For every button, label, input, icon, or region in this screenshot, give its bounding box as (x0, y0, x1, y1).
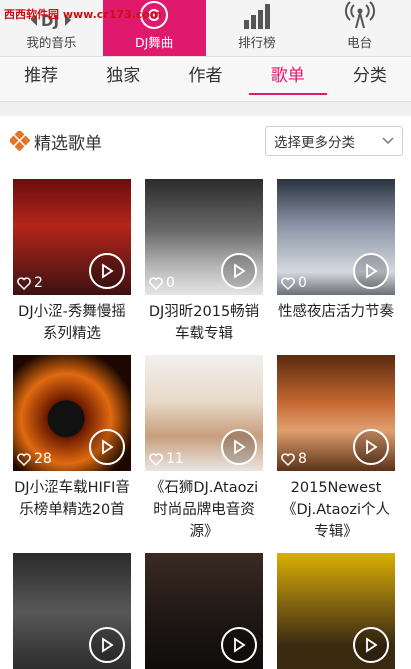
section-header: 精选歌单 选择更多分类 (0, 116, 411, 166)
play-button[interactable] (89, 253, 125, 289)
playlist-cover[interactable] (277, 553, 395, 669)
playlist-cover[interactable]: 2 (13, 179, 131, 295)
play-button[interactable] (89, 429, 125, 465)
play-button[interactable] (221, 253, 257, 289)
nav-item-radio[interactable]: 电台 (308, 0, 411, 56)
chevron-down-icon (382, 137, 394, 145)
playlist-card[interactable]: 0 DJ羽昕2015畅销车载专辑 (145, 179, 263, 355)
play-icon (102, 637, 114, 653)
tab-bar: 推荐 独家 作者 歌单 分类 (0, 57, 411, 102)
play-icon (366, 263, 378, 279)
radio-tower-icon (344, 1, 375, 29)
like-count-value: 0 (298, 275, 307, 291)
bar-chart-icon (243, 4, 270, 29)
playlist-title[interactable]: DJ羽昕2015畅销车载专辑 (145, 295, 263, 355)
like-count-value: 2 (34, 275, 43, 291)
play-icon (366, 637, 378, 653)
play-button[interactable] (221, 429, 257, 465)
diamond-icon (10, 131, 30, 151)
heart-icon (281, 276, 295, 290)
nav-item-label: 我的音乐 (26, 35, 77, 50)
like-count: 8 (281, 451, 307, 467)
tab-category[interactable]: 分类 (329, 57, 411, 101)
divider (0, 102, 411, 116)
heart-icon (149, 276, 163, 290)
like-count: 11 (149, 451, 184, 467)
playlist-cover[interactable]: 0 (145, 179, 263, 295)
playlist-card[interactable] (13, 553, 131, 669)
like-count-value: 28 (34, 451, 52, 467)
play-icon (234, 439, 246, 455)
like-count-value: 8 (298, 451, 307, 467)
tab-label: 推荐 (24, 66, 59, 86)
like-count-value: 11 (166, 451, 184, 467)
play-icon (366, 439, 378, 455)
section-title: 精选歌单 (10, 129, 102, 154)
nav-item-label: DJ舞曲 (134, 35, 174, 50)
playlist-grid: 2 DJ小涩-秀舞慢摇系列精选 0 DJ羽昕2015畅销车载专辑 0 性感夜店活… (0, 166, 411, 669)
like-count: 0 (281, 275, 307, 291)
heart-icon (17, 276, 31, 290)
tab-exclusive[interactable]: 独家 (82, 57, 164, 101)
playlist-card[interactable]: 2 DJ小涩-秀舞慢摇系列精选 (13, 179, 131, 355)
tab-author[interactable]: 作者 (164, 57, 246, 101)
play-button[interactable] (221, 627, 257, 663)
playlist-cover[interactable]: 0 (277, 179, 395, 295)
tab-label: 作者 (188, 66, 223, 86)
playlist-card[interactable] (277, 553, 395, 669)
playlist-cover[interactable]: 28 (13, 355, 131, 471)
playlist-card[interactable]: 11 《石狮DJ.Ataozi时尚品牌电音资源》 (145, 355, 263, 553)
like-count: 0 (149, 275, 175, 291)
heart-icon (281, 452, 295, 466)
tab-label: 分类 (352, 66, 387, 86)
play-icon (102, 439, 114, 455)
watermark: 西西软件园 www.cr173.com (4, 8, 162, 21)
play-button[interactable] (353, 627, 389, 663)
playlist-card[interactable] (145, 553, 263, 669)
play-icon (234, 263, 246, 279)
heart-icon (149, 452, 163, 466)
playlist-title[interactable]: 性感夜店活力节奏 (277, 295, 395, 355)
like-count: 28 (17, 451, 52, 467)
heart-icon (17, 452, 31, 466)
nav-item-label: 排行榜 (238, 35, 276, 50)
tab-label: 独家 (106, 66, 141, 86)
category-dropdown[interactable]: 选择更多分类 (265, 126, 403, 156)
playlist-card[interactable]: 0 性感夜店活力节奏 (277, 179, 395, 355)
playlist-cover[interactable] (145, 553, 263, 669)
play-icon (234, 637, 246, 653)
dropdown-label: 选择更多分类 (274, 135, 355, 151)
playlist-title[interactable]: 2015Newest《Dj.Ataozi个人专辑》 (277, 471, 395, 553)
like-count: 2 (17, 275, 43, 291)
playlist-cover[interactable]: 8 (277, 355, 395, 471)
tab-playlist[interactable]: 歌单 (247, 57, 329, 101)
play-button[interactable] (353, 429, 389, 465)
like-count-value: 0 (166, 275, 175, 291)
section-title-label: 精选歌单 (34, 133, 102, 154)
playlist-title[interactable]: DJ小涩-秀舞慢摇系列精选 (13, 295, 131, 355)
play-icon (102, 263, 114, 279)
tab-recommend[interactable]: 推荐 (0, 57, 82, 101)
playlist-card[interactable]: 28 DJ小涩车载HIFI音乐榜单精选20首 (13, 355, 131, 553)
playlist-title[interactable]: DJ小涩车载HIFI音乐榜单精选20首 (13, 471, 131, 531)
play-button[interactable] (89, 627, 125, 663)
play-button[interactable] (353, 253, 389, 289)
tab-label: 歌单 (248, 59, 327, 95)
playlist-card[interactable]: 8 2015Newest《Dj.Ataozi个人专辑》 (277, 355, 395, 553)
nav-item-charts[interactable]: 排行榜 (206, 0, 309, 56)
playlist-cover[interactable]: 11 (145, 355, 263, 471)
nav-item-label: 电台 (347, 35, 373, 50)
playlist-cover[interactable] (13, 553, 131, 669)
playlist-title[interactable]: 《石狮DJ.Ataozi时尚品牌电音资源》 (145, 471, 263, 553)
